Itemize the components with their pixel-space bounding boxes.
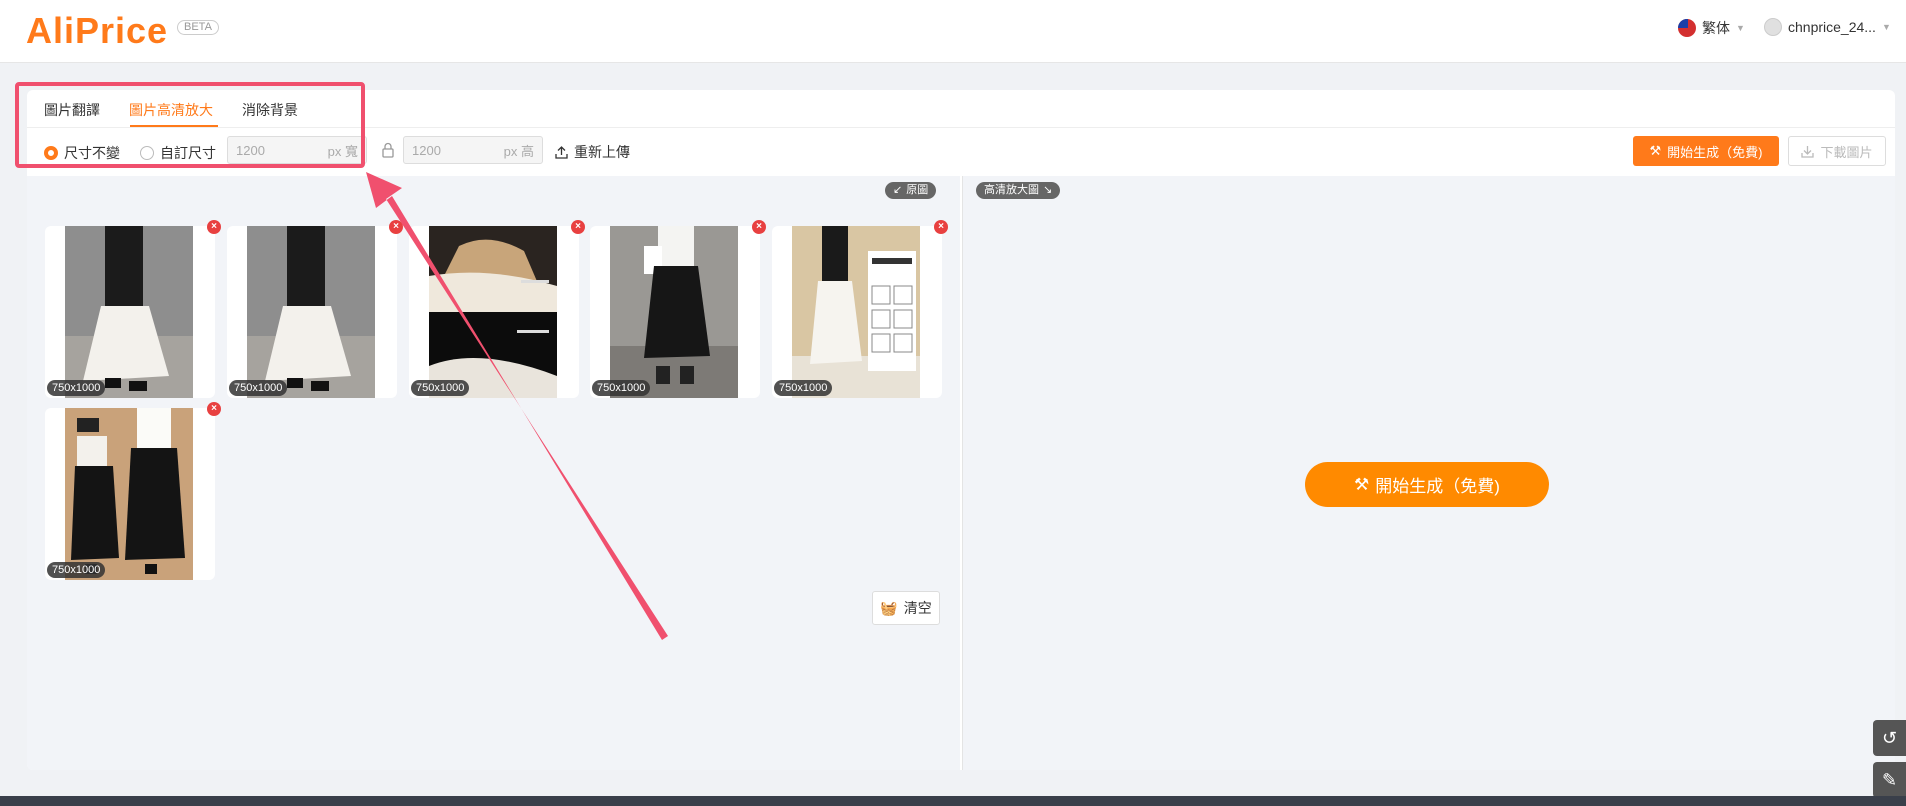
magic-wand-icon: ⚒: [1649, 143, 1662, 158]
pencil-icon: ✎: [1881, 769, 1898, 790]
clear-label: 清空: [903, 600, 932, 616]
chevron-down-icon: ▼: [1881, 22, 1891, 32]
height-input-placeholder: 1200: [412, 142, 441, 158]
generate-large-label: 開始生成（免費): [1375, 477, 1500, 496]
download-button[interactable]: 下載圖片: [1788, 136, 1886, 166]
original-label: 原圖: [906, 184, 929, 196]
skirt-photo: [65, 226, 193, 398]
skirt-photo: [247, 226, 375, 398]
image-thumbnail[interactable]: 750x1000 ×: [772, 220, 948, 398]
original-toggle[interactable]: ↙ 原圖: [885, 182, 937, 199]
avatar: [1764, 18, 1782, 36]
hd-label: 高清放大圖: [984, 184, 1039, 196]
generate-button[interactable]: ⚒ 開始生成（免費): [1633, 136, 1779, 166]
black-skirt-photo: [610, 226, 738, 398]
edit-button[interactable]: ✎: [1873, 762, 1906, 798]
clear-button[interactable]: 🧺 清空: [872, 591, 940, 625]
delete-icon[interactable]: ×: [389, 220, 403, 234]
hd-toggle[interactable]: 高清放大圖 ↘: [976, 182, 1061, 199]
history-button[interactable]: ↺: [1873, 720, 1906, 756]
image-thumbnail[interactable]: 750x1000 ×: [45, 220, 221, 398]
height-input[interactable]: 1200 px 高: [403, 136, 543, 164]
arrow-down-left-icon: ↙: [893, 184, 903, 196]
beta-badge: BETA: [177, 20, 219, 35]
reupload-label: 重新上傳: [574, 144, 630, 160]
image-size-badge: 750x1000: [229, 380, 288, 396]
upload-icon: [555, 145, 568, 159]
language-selector[interactable]: 繁体 ▼: [1678, 18, 1745, 38]
generate-label: 開始生成（免費): [1667, 144, 1763, 160]
image-thumbnail[interactable]: 750x1000 ×: [409, 220, 585, 398]
main-card: 圖片翻譯 圖片高清放大 消除背景 尺寸不變 自訂尺寸 1200 px 寬 120…: [27, 90, 1895, 770]
history-icon: ↺: [1881, 727, 1898, 748]
username: chnprice_24...: [1788, 19, 1876, 35]
taiwan-flag-icon: [1678, 19, 1696, 37]
language-label: 繁体: [1702, 20, 1730, 36]
generate-button-large[interactable]: ⚒ 開始生成（免費): [1305, 462, 1549, 507]
image-size-badge: 750x1000: [774, 380, 833, 396]
delete-icon[interactable]: ×: [752, 220, 766, 234]
top-header: AliPrice BETA 繁体 ▼ chnprice_24... ▼: [0, 0, 1906, 63]
height-unit: px 高: [503, 143, 534, 159]
image-size-badge: 750x1000: [47, 380, 106, 396]
reupload-button[interactable]: 重新上傳: [555, 142, 630, 162]
two-models-photo: [65, 408, 193, 580]
user-menu[interactable]: chnprice_24... ▼: [1764, 18, 1891, 36]
size-chart-photo: [792, 226, 920, 398]
aliprice-logo[interactable]: AliPrice: [26, 10, 168, 52]
download-icon: [1801, 145, 1815, 158]
delete-icon[interactable]: ×: [934, 220, 948, 234]
delete-icon[interactable]: ×: [571, 220, 585, 234]
image-thumbnail[interactable]: 750x1000 ×: [590, 220, 766, 398]
image-size-badge: 750x1000: [47, 562, 106, 578]
magic-wand-icon: ⚒: [1354, 474, 1370, 494]
annotation-highlight-box: [15, 82, 365, 168]
delete-icon[interactable]: ×: [207, 402, 221, 416]
image-size-badge: 750x1000: [411, 380, 470, 396]
delete-icon[interactable]: ×: [207, 220, 221, 234]
bottom-bar: [0, 796, 1906, 806]
image-thumbnail[interactable]: 750x1000 ×: [45, 402, 221, 580]
chevron-down-icon: ▼: [1736, 23, 1745, 33]
image-thumbnail[interactable]: 750x1000 ×: [227, 220, 403, 398]
basket-icon: 🧺: [880, 599, 898, 616]
lock-icon[interactable]: [381, 142, 395, 158]
image-size-badge: 750x1000: [592, 380, 651, 396]
fabric-detail-photo: [429, 226, 557, 398]
download-label: 下載圖片: [1820, 144, 1873, 160]
arrow-down-right-icon: ↘: [1043, 184, 1053, 196]
